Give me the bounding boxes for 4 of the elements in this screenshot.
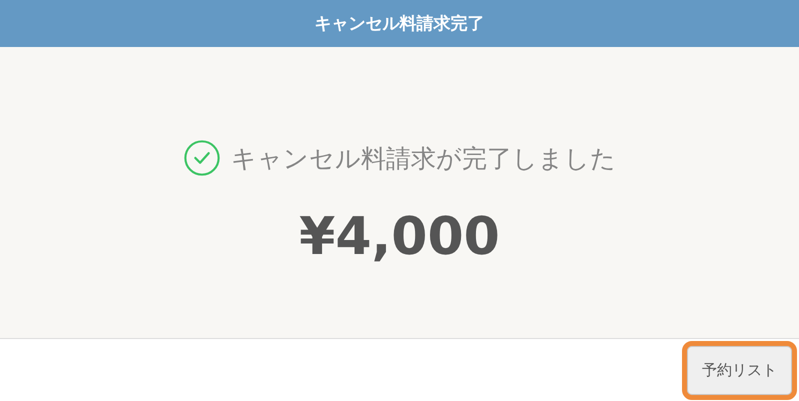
amount-text: ¥4,000 xyxy=(299,207,500,267)
completion-message: キャンセル料請求が完了しました xyxy=(231,142,616,174)
check-circle-icon xyxy=(183,139,221,177)
dialog-title: キャンセル料請求完了 xyxy=(314,13,484,35)
